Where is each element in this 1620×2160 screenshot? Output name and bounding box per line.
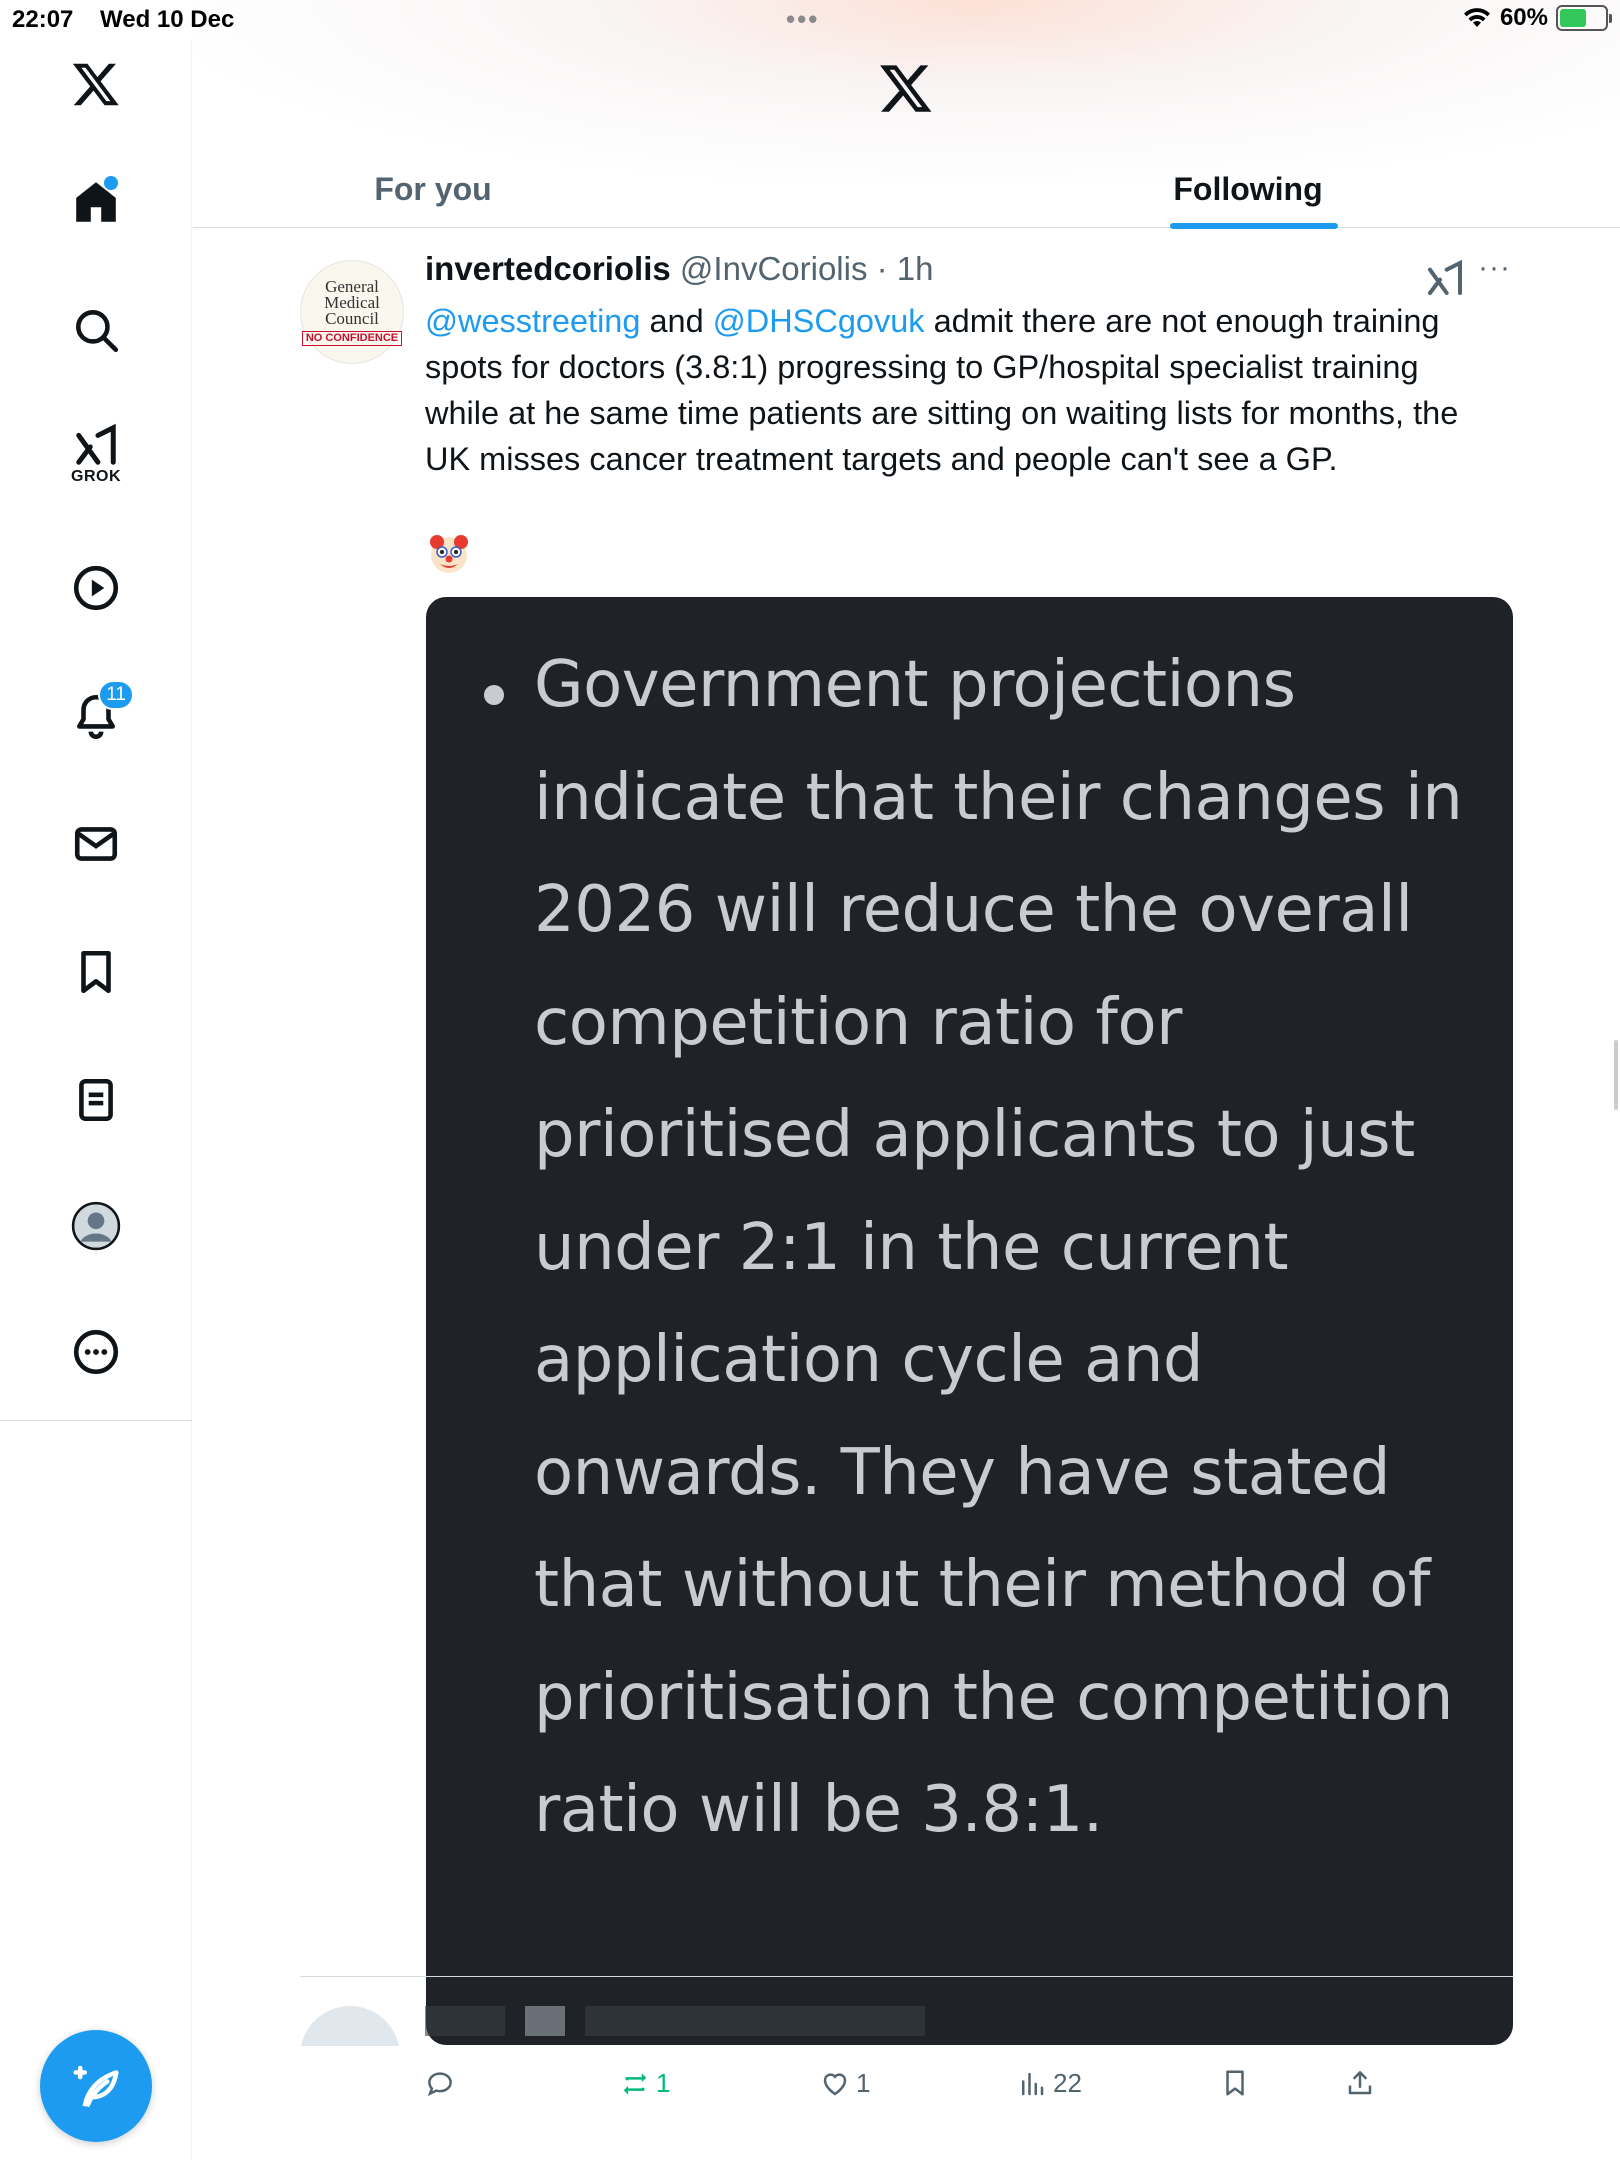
sidebar-item-videos[interactable] <box>52 544 140 632</box>
status-bar: 22:07 Wed 10 Dec ••• 60% <box>0 0 1620 40</box>
views-chart-icon <box>1022 2072 1044 2095</box>
repost-count: 1 <box>656 2068 671 2098</box>
status-indicators: 60% <box>1462 4 1612 32</box>
sidebar: GROK 11 <box>0 40 192 2160</box>
grok-label: GROK <box>71 468 121 485</box>
x-header-logo-icon[interactable] <box>878 60 934 116</box>
bookmark-button[interactable] <box>1220 2068 1250 2098</box>
next-tweet-preview[interactable] <box>300 1986 1513 2046</box>
battery-level <box>1560 9 1587 27</box>
battery-icon <box>1556 5 1612 31</box>
sidebar-item-notifications[interactable]: 11 <box>52 672 140 760</box>
sidebar-item-search[interactable] <box>52 286 140 374</box>
reply-button[interactable] <box>425 2068 461 2098</box>
tweet-actions: 1 1 22 <box>425 2068 1515 2118</box>
sidebar-item-more[interactable] <box>52 1308 140 1396</box>
tab-following[interactable]: Following <box>1153 150 1343 228</box>
timeline-tabs: For you Following <box>193 150 1620 229</box>
more-circle-icon <box>73 1329 119 1375</box>
author-handle[interactable]: @InvCoriolis <box>680 250 868 287</box>
grok-explain-icon[interactable] <box>1425 258 1465 298</box>
compose-post-button[interactable] <box>40 2030 152 2142</box>
tweet-header: invertedcoriolis @InvCoriolis · 1h <box>425 250 934 288</box>
separator-dot: · <box>867 250 897 287</box>
sidebar-item-grok[interactable]: GROK <box>52 410 140 498</box>
search-icon <box>76 310 119 353</box>
status-time: 22:07 <box>12 6 74 33</box>
profile-avatar-icon <box>71 1201 121 1251</box>
heart-icon <box>823 2072 847 2095</box>
tweet-time[interactable]: 1h <box>897 250 934 287</box>
avatar-text-line3: Council <box>325 308 379 328</box>
clown-face-icon <box>430 535 468 573</box>
image-text: Government projections indicate that the… <box>534 648 1463 1847</box>
battery-percent: 60% <box>1499 4 1548 31</box>
grok-icon <box>76 423 116 465</box>
like-button[interactable]: 1 <box>820 2068 870 2099</box>
share-button[interactable] <box>1345 2068 1375 2098</box>
play-circle-icon <box>73 565 119 611</box>
sidebar-item-profile[interactable] <box>52 1182 140 1270</box>
bookmark-icon <box>1226 2070 1244 2096</box>
status-date: Wed 10 Dec <box>100 6 235 33</box>
sidebar-item-messages[interactable] <box>52 800 140 888</box>
tweet-text: @wesstreeting and @DHSCgovuk admit there… <box>425 298 1495 482</box>
mail-icon <box>74 827 118 861</box>
sidebar-item-bookmarks[interactable] <box>52 928 140 1016</box>
x-logo-icon[interactable] <box>52 40 140 128</box>
views-button[interactable]: 22 <box>1017 2068 1082 2099</box>
bullet-point <box>484 685 504 705</box>
main-timeline: For you Following General Medical Counci… <box>193 40 1620 2160</box>
notification-count-badge: 11 <box>98 680 134 710</box>
list-icon <box>79 1078 113 1122</box>
sidebar-item-lists[interactable] <box>52 1056 140 1144</box>
scrollbar[interactable] <box>1614 1040 1618 1110</box>
sidebar-divider <box>0 1420 192 1421</box>
tweet-more-icon[interactable]: ··· <box>1478 253 1518 288</box>
home-unread-dot <box>104 176 118 190</box>
active-tab-indicator <box>1170 223 1338 229</box>
compose-feather-icon <box>73 2065 119 2108</box>
share-icon <box>1348 2071 1372 2095</box>
reply-icon <box>427 2072 452 2097</box>
avatar[interactable] <box>300 2006 400 2046</box>
tweet-divider <box>300 1976 1513 1977</box>
avatar-stamp: NO CONFIDENCE <box>301 330 403 346</box>
author-display-name[interactable]: invertedcoriolis <box>425 250 671 287</box>
like-count: 1 <box>856 2068 871 2098</box>
next-tweet-header-cut <box>425 2006 1425 2036</box>
tweet-image[interactable]: Government projections indicate that the… <box>426 597 1513 2045</box>
sidebar-item-home[interactable] <box>52 158 140 246</box>
repost-button[interactable]: 1 <box>620 2068 670 2099</box>
multitasking-dots-icon[interactable]: ••• <box>786 4 819 35</box>
mention-link[interactable]: @wesstreeting <box>425 303 640 339</box>
repost-icon <box>623 2072 647 2095</box>
mention-link[interactable]: @DHSCgovuk <box>713 303 925 339</box>
view-count: 22 <box>1053 2068 1082 2098</box>
bookmark-icon <box>81 950 111 994</box>
avatar[interactable]: General Medical Council NO CONFIDENCE <box>300 260 404 364</box>
tab-for-you[interactable]: For you <box>338 150 528 228</box>
tweet-text-part: and <box>640 303 713 339</box>
wifi-icon <box>1463 8 1490 27</box>
